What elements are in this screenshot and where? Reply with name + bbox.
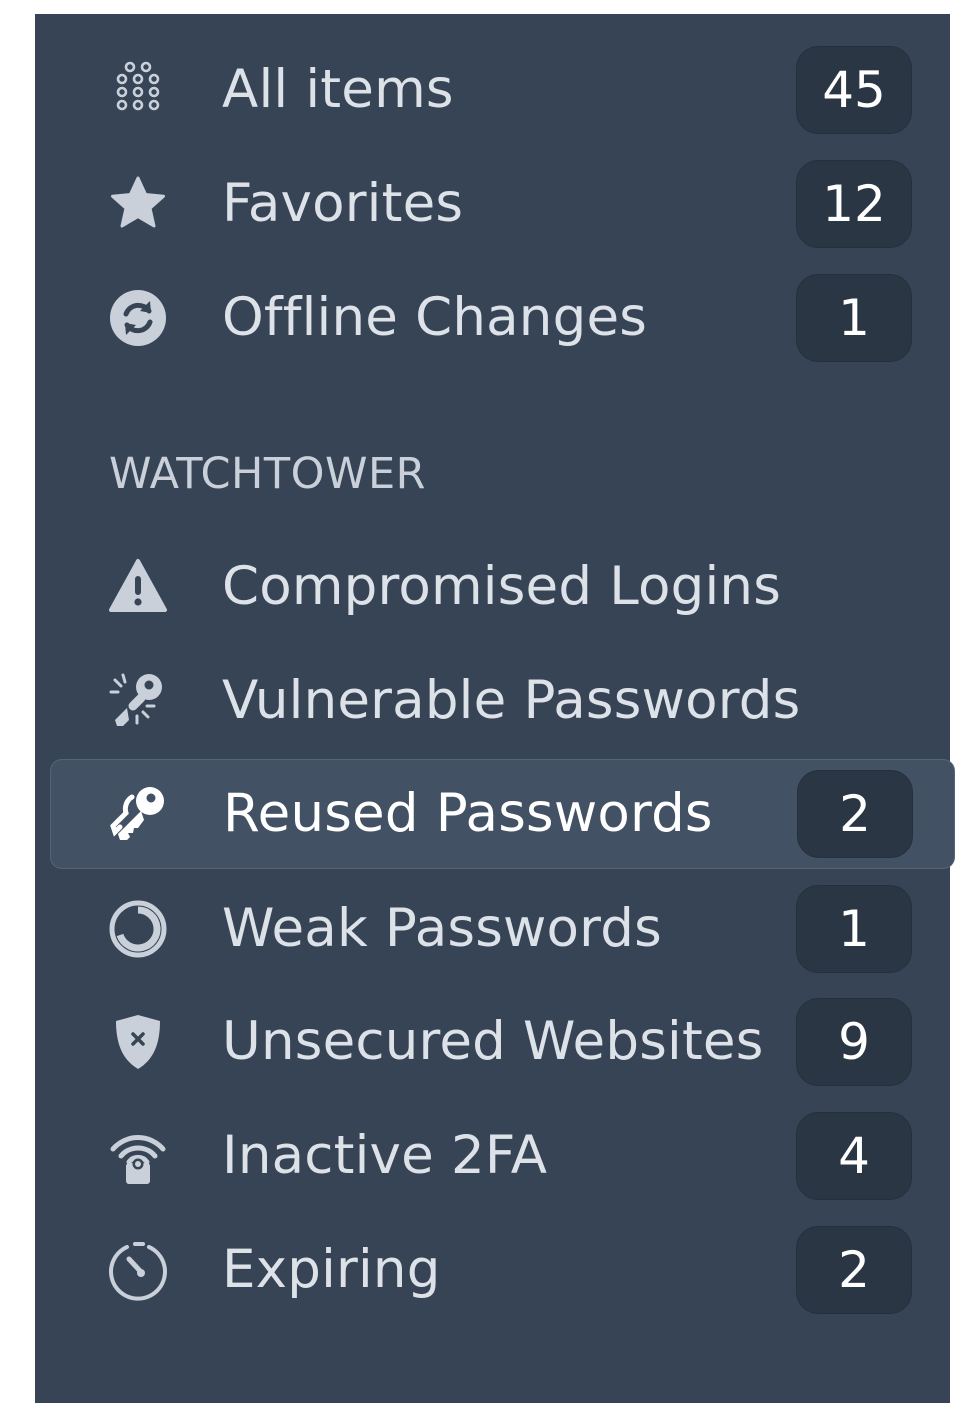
shield-x-icon — [107, 1011, 169, 1073]
sidebar-item-label: Vulnerable Passwords — [222, 670, 801, 731]
sidebar-item-offline-changes[interactable]: Offline Changes 1 — [35, 263, 950, 373]
sidebar-item-label: Weak Passwords — [222, 898, 662, 959]
warning-icon — [107, 556, 169, 618]
item-count-badge: 1 — [796, 885, 912, 973]
item-count-badge: 12 — [796, 160, 912, 248]
sidebar-item-expiring[interactable]: Expiring 2 — [35, 1215, 950, 1325]
sidebar-item-inactive-2fa[interactable]: Inactive 2FA 4 — [35, 1101, 950, 1211]
star-icon — [107, 173, 169, 235]
keys-icon — [108, 783, 170, 845]
sidebar-item-label: Reused Passwords — [223, 783, 713, 844]
item-count-badge: 4 — [796, 1112, 912, 1200]
sidebar-item-label: Inactive 2FA — [222, 1125, 548, 1186]
sidebar-item-label: Compromised Logins — [222, 556, 782, 617]
sidebar-item-label: All items — [222, 59, 454, 120]
item-count-badge: 1 — [796, 274, 912, 362]
ring-icon — [107, 898, 169, 960]
sidebar-item-label: Expiring — [222, 1239, 441, 1300]
lock-signal-icon — [107, 1125, 169, 1187]
sidebar-item-compromised-logins[interactable]: Compromised Logins — [35, 532, 950, 642]
sidebar-item-label: Favorites — [222, 173, 464, 234]
grid-dots-icon — [107, 59, 169, 121]
broken-key-icon — [107, 670, 169, 732]
timer-icon — [107, 1239, 169, 1301]
watchtower-section-header: WATCHTOWER — [109, 449, 427, 499]
item-count-badge: 45 — [796, 46, 912, 134]
sidebar-item-unsecured-websites[interactable]: Unsecured Websites 9 — [35, 987, 950, 1097]
sync-icon — [107, 287, 169, 349]
sidebar-item-all-items[interactable]: All items 45 — [35, 35, 950, 145]
item-count-badge: 2 — [797, 770, 913, 858]
sidebar-item-vulnerable-passwords[interactable]: Vulnerable Passwords — [35, 646, 950, 756]
sidebar-item-reused-passwords[interactable]: Reused Passwords 2 — [50, 759, 955, 869]
item-count-badge: 2 — [796, 1226, 912, 1314]
item-count-badge: 9 — [796, 998, 912, 1086]
sidebar-item-label: Offline Changes — [222, 287, 648, 348]
sidebar-item-favorites[interactable]: Favorites 12 — [35, 149, 950, 259]
sidebar: All items 45 Favorites 12 Offline Change… — [35, 14, 955, 1403]
sidebar-item-label: Unsecured Websites — [222, 1011, 764, 1072]
sidebar-item-weak-passwords[interactable]: Weak Passwords 1 — [35, 874, 950, 984]
